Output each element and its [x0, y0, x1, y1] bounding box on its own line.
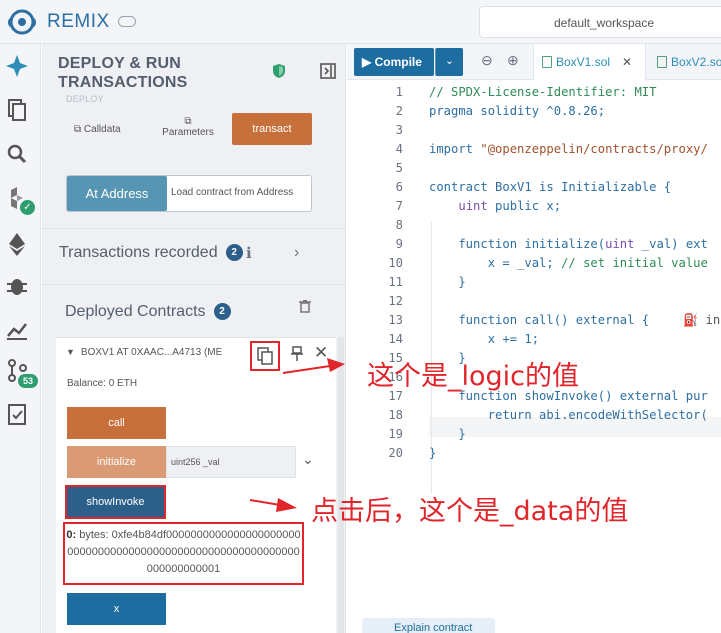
code-line[interactable]: uint public x;	[429, 199, 561, 213]
data-annotation: 点击后，这个是_data的值	[311, 496, 629, 527]
explain-contract-button[interactable]: Explain contract	[362, 618, 495, 633]
zoom-in-icon[interactable]: ⊕	[507, 52, 519, 69]
calldata-button[interactable]: ⧉ Calldata	[74, 124, 121, 135]
logic-annotation: 这个是_logic的值	[367, 361, 580, 392]
line-number: 3	[395, 123, 403, 137]
at-address-input[interactable]: Load contract from Address	[171, 187, 293, 198]
code-line[interactable]: function initialize(uint _val) ext	[429, 237, 708, 251]
transactions-count-badge: 2	[225, 244, 243, 261]
transact-button[interactable]: transact	[232, 113, 312, 145]
chevron-down-icon[interactable]: ⌄	[302, 451, 314, 468]
initialize-input[interactable]: uint256 _val	[166, 446, 296, 478]
shield-icon[interactable]	[272, 63, 286, 79]
workspace-selector[interactable]: default_workspace	[479, 6, 721, 38]
copy-icon: ⧉	[184, 116, 192, 127]
panel-scrollbar[interactable]	[338, 337, 344, 633]
file-icon	[657, 56, 667, 68]
code-line[interactable]: pragma solidity ^0.8.26;	[429, 104, 605, 118]
zoom-out-icon[interactable]: ⊖	[481, 52, 493, 69]
code-line[interactable]: }	[429, 427, 465, 441]
line-number: 8	[395, 218, 403, 232]
file-icon	[542, 56, 552, 68]
chevron-right-icon[interactable]: ›	[294, 244, 299, 262]
line-number: 10	[388, 256, 403, 270]
line-number: 13	[388, 313, 403, 327]
code-line[interactable]: x = _val; // set initial value	[429, 256, 708, 270]
at-address-button[interactable]: At Address	[67, 176, 167, 211]
line-number: 12	[388, 294, 403, 308]
code-line[interactable]: }	[429, 446, 436, 460]
line-number: 6	[395, 180, 403, 194]
remix-logo-icon[interactable]	[6, 7, 38, 37]
search-icon[interactable]	[3, 140, 31, 168]
line-number: 20	[388, 446, 403, 460]
code-editor: ▶ Compile ⌄ ⊖ ⊕ BoxV1.sol ✕ BoxV2.sol 1 //…	[347, 44, 721, 633]
balance-text: Balance: 0 ETH	[67, 378, 138, 389]
analytics-icon[interactable]	[3, 316, 31, 344]
editor-toolbar: ▶ Compile ⌄ ⊖ ⊕ BoxV1.sol ✕ BoxV2.sol	[347, 44, 721, 80]
top-bar: REMIX default_workspace	[0, 0, 721, 44]
call-button[interactable]: call	[67, 407, 166, 439]
theme-toggle-icon[interactable]	[118, 16, 136, 27]
deployed-contract-card: ▼ BOXV1 AT 0XAAC...A4713 (ME ✕ Balance: 0…	[56, 337, 336, 633]
trash-icon[interactable]	[298, 299, 312, 313]
code-line[interactable]: }	[429, 275, 465, 289]
showinvoke-output: 0: bytes: 0xfe4b84df00000000000000000000…	[63, 522, 304, 585]
showinvoke-button[interactable]: showInvoke	[67, 487, 164, 517]
copy-icon	[257, 347, 273, 365]
line-number: 14	[388, 332, 403, 346]
transactions-recorded-header[interactable]: Transactions recorded 2	[59, 244, 243, 262]
initialize-button[interactable]: initialize	[67, 446, 166, 478]
compiled-check-icon: ✓	[20, 200, 35, 215]
divider	[42, 284, 346, 285]
line-number: 7	[395, 199, 403, 213]
gas-hint: ⛽ inf	[683, 313, 721, 327]
code-line[interactable]: function call() external {	[429, 313, 649, 327]
compile-button[interactable]: ▶ Compile	[354, 48, 434, 76]
contract-header[interactable]: ▼ BOXV1 AT 0XAAC...A4713 (ME	[66, 347, 222, 358]
deploy-run-panel: DEPLOY & RUN TRANSACTIONS DEPLOY ⧉ Calld…	[42, 44, 346, 633]
close-tab-icon[interactable]: ✕	[622, 55, 632, 69]
brand-title: REMIX	[47, 11, 110, 32]
panel-title: DEPLOY & RUN TRANSACTIONS DEPLOY	[58, 55, 188, 104]
file-explorer-icon[interactable]	[3, 96, 31, 124]
copy-address-button[interactable]	[250, 341, 280, 371]
parameters-button[interactable]: ⧉ Parameters	[160, 116, 216, 138]
chevron-down-icon: ▼	[66, 347, 75, 357]
icon-sidebar: ✓ 53	[0, 44, 41, 633]
copy-icon: ⧉	[74, 124, 82, 135]
deployed-count-badge: 2	[213, 303, 231, 320]
debugger-icon[interactable]	[3, 272, 31, 300]
code-line[interactable]: x += 1;	[429, 332, 539, 346]
code-line[interactable]: return abi.encodeWithSelector(	[429, 408, 708, 422]
deployed-contracts-header: Deployed Contracts 2	[65, 303, 231, 321]
code-line[interactable]: contract BoxV1 is Initializable {	[429, 180, 671, 194]
tab-boxv2[interactable]: BoxV2.sol	[649, 44, 721, 80]
line-number: 9	[395, 237, 403, 251]
x-button[interactable]: x	[67, 593, 166, 625]
pin-icon[interactable]	[290, 346, 304, 362]
close-icon[interactable]: ✕	[314, 343, 328, 363]
line-number: 18	[388, 408, 403, 422]
at-address-group: At Address Load contract from Address	[66, 175, 312, 212]
git-badge: 53	[18, 374, 39, 388]
line-number: 1	[395, 85, 403, 99]
verify-icon[interactable]	[3, 400, 31, 428]
code-line[interactable]: // SPDX-License-Identifier: MIT	[429, 85, 656, 99]
line-number: 2	[395, 104, 403, 118]
line-number: 4	[395, 142, 403, 156]
compile-dropdown[interactable]: ⌄	[435, 48, 463, 76]
line-number: 5	[395, 161, 403, 175]
divider	[42, 228, 346, 229]
line-number: 11	[388, 275, 403, 289]
play-icon: ▶	[362, 55, 372, 69]
deploy-run-icon[interactable]	[3, 230, 31, 258]
line-number: 19	[388, 427, 403, 441]
tab-boxv1[interactable]: BoxV1.sol ✕	[533, 44, 646, 80]
ai-assistant-icon[interactable]	[3, 52, 31, 80]
info-icon[interactable]: ℹ	[246, 244, 252, 262]
chevron-down-icon: ⌄	[444, 55, 455, 67]
dock-panel-icon[interactable]	[320, 63, 336, 79]
code-line[interactable]: import "@openzeppelin/contracts/proxy/	[429, 142, 708, 156]
